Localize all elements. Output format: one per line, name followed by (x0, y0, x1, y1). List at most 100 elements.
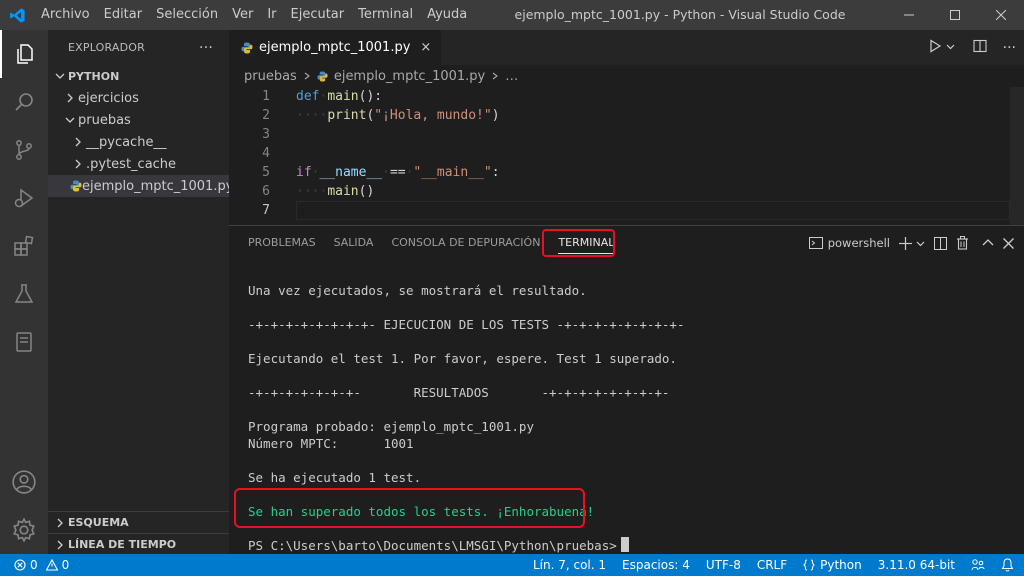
sidebar-bottom-sections: ESQUEMA LÍNEA DE TIEMPO (48, 511, 229, 555)
tab-label: ejemplo_mptc_1001.py (259, 40, 411, 55)
line-number: 1 (262, 89, 270, 104)
tab-consola-depuracion[interactable]: CONSOLA DE DEPURACIÓN (382, 226, 549, 260)
more-actions-icon[interactable]: ··· (1003, 40, 1016, 56)
kill-terminal-trash-icon[interactable] (956, 236, 969, 250)
split-editor-icon[interactable] (973, 39, 987, 57)
folder-label: __pycache__ (86, 134, 167, 150)
explorer-icon[interactable] (0, 30, 48, 78)
language-braces-icon (803, 559, 815, 571)
breadcrumb-file[interactable]: ejemplo_mptc_1001.py (334, 69, 485, 84)
terminal-line: Programa probado: ejemplo_mptc_1001.py (248, 419, 534, 434)
terminal-prompt: PS C:\Users\barto\Documents\LMSGI\Python… (248, 538, 617, 553)
code-text: ····print("¡Hola, mundo!") (296, 108, 500, 123)
run-dropdown-chevron-icon[interactable] (946, 40, 955, 55)
code-line: 3 (229, 125, 1024, 144)
notifications-bell-icon[interactable] (1001, 558, 1014, 572)
menu-terminal[interactable]: Terminal (351, 0, 420, 30)
menu-editar[interactable]: Editar (97, 0, 150, 30)
folder-pytest-cache[interactable]: .pytest_cache (48, 153, 229, 175)
cursor-position[interactable]: Lín. 7, col. 1 (533, 558, 606, 572)
section-timeline[interactable]: LÍNEA DE TIEMPO (48, 533, 229, 555)
workspace-root-label: PYTHON (68, 69, 120, 83)
editor-scrollbar[interactable] (1010, 87, 1024, 225)
code-text: def·main(): (296, 89, 383, 104)
tab-ejemplo-mptc-1001[interactable]: ejemplo_mptc_1001.py × (229, 30, 442, 65)
extensions-icon[interactable] (0, 222, 48, 270)
encoding[interactable]: UTF-8 (706, 558, 741, 572)
search-icon[interactable] (0, 78, 48, 126)
menu-seleccion[interactable]: Selección (149, 0, 225, 30)
menu-ayuda[interactable]: Ayuda (420, 0, 474, 30)
more-actions-button[interactable]: ··· (199, 40, 213, 56)
status-problems[interactable]: 0 0 (0, 558, 69, 572)
code-line: 2 ····print("¡Hola, mundo!") (229, 106, 1024, 125)
code-line: 1 def·main(): (229, 87, 1024, 106)
close-panel-icon[interactable] (1003, 237, 1014, 249)
end-of-line[interactable]: CRLF (757, 558, 787, 572)
breadcrumb-folder[interactable]: pruebas (244, 69, 297, 84)
error-icon (14, 559, 26, 571)
success-message-highlight (234, 488, 585, 528)
editor-area: ejemplo_mptc_1001.py × ··· pruebas ejemp… (229, 30, 1024, 225)
folder-pruebas[interactable]: pruebas (48, 109, 229, 131)
run-python-file-icon[interactable] (928, 38, 942, 57)
maximize-panel-chevron-up-icon[interactable] (982, 237, 994, 249)
python-interpreter[interactable]: 3.11.0 64-bit (878, 558, 955, 572)
line-number: 7 (262, 203, 270, 218)
workspace-root-python[interactable]: PYTHON (48, 65, 229, 87)
code-text: ····main() (296, 184, 375, 199)
split-terminal-icon[interactable] (934, 236, 947, 250)
account-icon[interactable] (0, 458, 48, 506)
run-debug-icon[interactable] (0, 174, 48, 222)
maximize-button[interactable] (932, 0, 978, 30)
folder-ejercicios[interactable]: ejercicios (48, 87, 229, 109)
line-number: 5 (262, 165, 270, 180)
remote-explorer-icon[interactable] (0, 318, 48, 366)
terminal-line: -+-+-+-+-+-+-+- RESULTADOS -+-+-+-+-+-+-… (248, 385, 670, 400)
folder-label: .pytest_cache (86, 156, 177, 172)
new-terminal-plus-icon[interactable] (899, 236, 912, 250)
explorer-sidebar: EXPLORADOR ··· PYTHON ejercicios pruebas… (48, 30, 229, 554)
language-mode[interactable]: Python (803, 558, 862, 572)
chevron-right-icon (70, 137, 86, 147)
chevron-right-icon (52, 518, 68, 528)
file-ejemplo-mptc-1001[interactable]: ejemplo_mptc_1001.py (48, 175, 229, 197)
file-label: ejemplo_mptc_1001.py (82, 178, 229, 194)
menu-ir[interactable]: Ir (260, 0, 283, 30)
editor-actions: ··· (928, 30, 1016, 65)
explorer-title: EXPLORADOR (68, 41, 146, 54)
menu-ejecutar[interactable]: Ejecutar (284, 0, 352, 30)
tab-problemas[interactable]: PROBLEMAS (239, 226, 325, 260)
terminal-dropdown-chevron-icon[interactable] (916, 239, 925, 248)
testing-flask-icon[interactable] (0, 270, 48, 318)
chevron-right-icon (491, 69, 499, 84)
editor-tabs: ejemplo_mptc_1001.py × ··· (229, 30, 1024, 65)
activity-bar (0, 30, 48, 554)
section-outline[interactable]: ESQUEMA (48, 511, 229, 533)
close-window-button[interactable] (978, 0, 1024, 30)
tab-salida[interactable]: SALIDA (325, 226, 383, 260)
menu-ver[interactable]: Ver (225, 0, 260, 30)
tab-close-icon[interactable]: × (420, 40, 431, 55)
source-control-icon[interactable] (0, 126, 48, 174)
chevron-right-icon (62, 93, 78, 103)
terminal-line: Una vez ejecutados, se mostrará el resul… (248, 283, 587, 298)
code-editor[interactable]: 1 def·main(): 2 ····print("¡Hola, mundo!… (229, 87, 1024, 225)
feedback-icon[interactable] (971, 558, 985, 572)
breadcrumb-more[interactable]: … (505, 69, 518, 84)
terminal-shell-label[interactable]: powershell (828, 236, 890, 250)
menu-archivo[interactable]: Archivo (34, 0, 97, 30)
folder-label: ejercicios (78, 90, 139, 106)
line-number: 2 (262, 108, 270, 123)
minimize-button[interactable] (886, 0, 932, 30)
terminal-line: -+-+-+-+-+-+-+-+- EJECUCION DE LOS TESTS… (248, 317, 685, 332)
bottom-panel: PROBLEMAS SALIDA CONSOLA DE DEPURACIÓN T… (229, 225, 1024, 554)
line-number: 4 (262, 146, 270, 161)
chevron-down-icon (62, 115, 78, 125)
folder-pycache[interactable]: __pycache__ (48, 131, 229, 153)
chevron-right-icon (70, 159, 86, 169)
error-count: 0 (30, 558, 38, 572)
explorer-header: EXPLORADOR ··· (48, 30, 229, 65)
indentation[interactable]: Espacios: 4 (622, 558, 690, 572)
settings-gear-icon[interactable] (0, 506, 48, 554)
